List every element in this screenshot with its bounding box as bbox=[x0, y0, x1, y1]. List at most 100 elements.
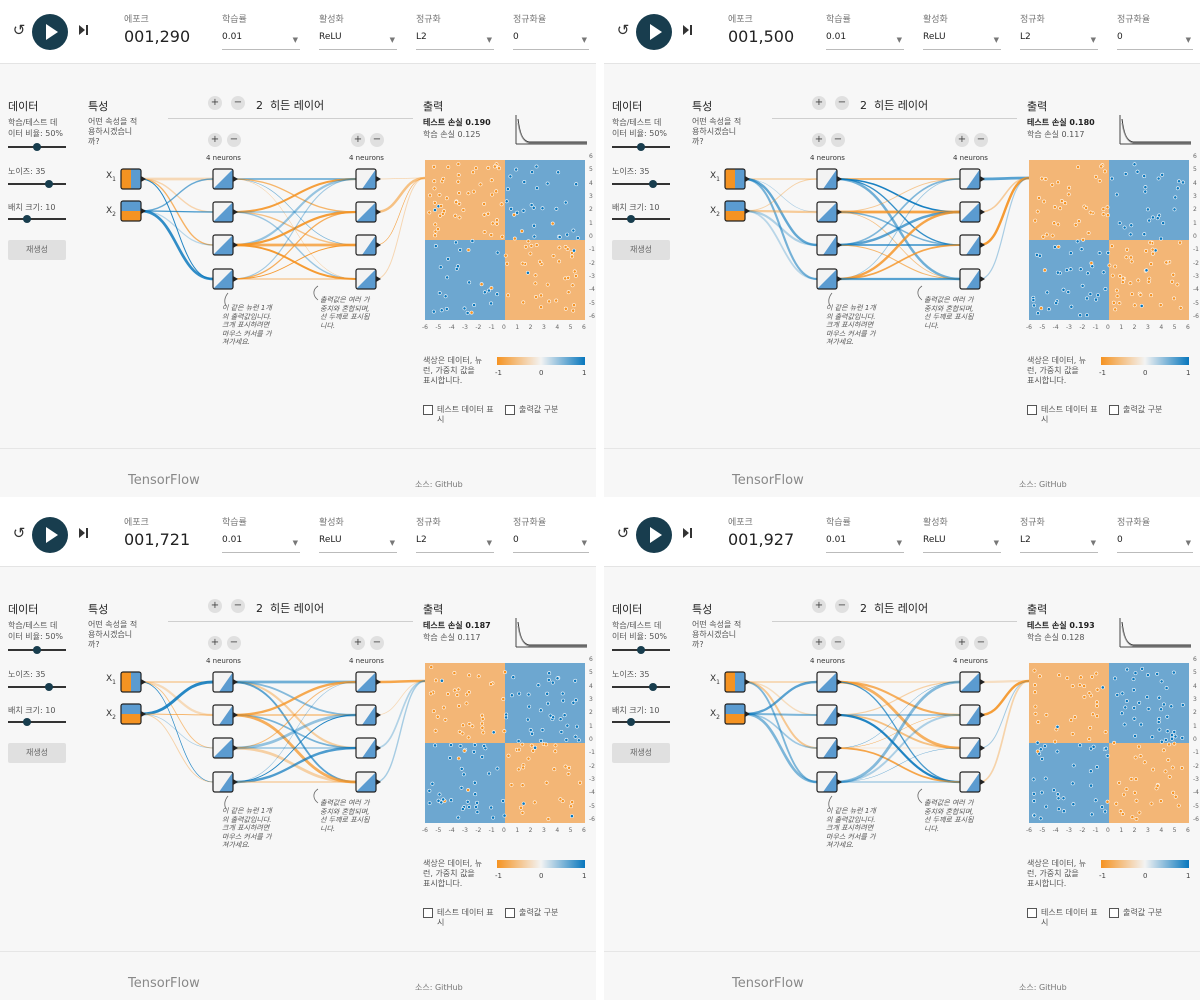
y-axis-tick: -1 bbox=[1193, 749, 1199, 757]
hidden-layer2-neuron-3[interactable] bbox=[355, 737, 381, 759]
weight-link-n23-output[interactable] bbox=[375, 680, 426, 749]
data-point bbox=[1159, 236, 1163, 241]
hidden-layer1-neuron-3[interactable] bbox=[816, 737, 842, 759]
hidden-layer1-neuron-1[interactable] bbox=[816, 168, 842, 190]
output-heatmap[interactable] bbox=[425, 663, 585, 823]
weight-link-n22-output[interactable] bbox=[375, 680, 426, 716]
hidden-layer1-neuron-3[interactable] bbox=[816, 234, 842, 256]
hidden-layer2-neuron-2[interactable] bbox=[959, 201, 985, 223]
feature-x2-node[interactable] bbox=[120, 703, 146, 725]
hidden-layer1-neuron-4[interactable] bbox=[212, 771, 238, 793]
feature-x1-node[interactable] bbox=[724, 168, 750, 190]
weight-link-x2-n11[interactable] bbox=[140, 680, 214, 716]
weight-link-x2-n13[interactable] bbox=[140, 713, 214, 749]
weight-link-x2-n14[interactable] bbox=[140, 209, 214, 281]
show-test-data-checkbox[interactable] bbox=[423, 908, 433, 918]
hidden-layer1-neuron-4[interactable] bbox=[816, 268, 842, 290]
weight-link-x2-n14[interactable] bbox=[744, 210, 818, 280]
y-axis-tick: 3 bbox=[589, 193, 593, 200]
hidden-layer1-neuron-4[interactable] bbox=[816, 771, 842, 793]
discretize-output-checkbox[interactable] bbox=[505, 908, 515, 918]
data-point bbox=[504, 199, 509, 204]
y-axis-tick: 0 bbox=[1193, 233, 1197, 240]
weight-link-n22-output[interactable] bbox=[375, 176, 426, 214]
hidden-layer2-neuron-3[interactable] bbox=[355, 234, 381, 256]
weight-link-n14-n23[interactable] bbox=[232, 244, 357, 280]
hidden-layer2-neuron-4[interactable] bbox=[959, 771, 985, 793]
hidden-layer1-neuron-1[interactable] bbox=[816, 671, 842, 693]
hidden-layer2-neuron-4[interactable] bbox=[355, 268, 381, 290]
discretize-output-label: 출력값 구분 bbox=[519, 908, 559, 917]
hidden-layer1-neuron-3[interactable] bbox=[212, 234, 238, 256]
source-link[interactable]: 소스: GitHub bbox=[415, 479, 463, 490]
source-link[interactable]: 소스: GitHub bbox=[1019, 479, 1067, 490]
feature-x1-node[interactable] bbox=[120, 168, 146, 190]
feature-x2-node[interactable] bbox=[120, 200, 146, 222]
hidden-layer1-neuron-2[interactable] bbox=[816, 704, 842, 726]
show-test-data-checkbox[interactable] bbox=[1027, 405, 1037, 415]
weight-link-x2-n14[interactable] bbox=[140, 713, 214, 783]
weight-link-n14-n23[interactable] bbox=[232, 746, 357, 784]
weight-link-n14-n21[interactable] bbox=[836, 680, 961, 784]
output-heatmap[interactable] bbox=[1029, 160, 1189, 320]
hidden-layer2-neuron-1[interactable] bbox=[959, 168, 985, 190]
source-link[interactable]: 소스: GitHub bbox=[1019, 982, 1067, 993]
weight-link-x2-n11[interactable] bbox=[140, 178, 214, 212]
hidden-layer2-neuron-3[interactable] bbox=[959, 737, 985, 759]
output-heatmap[interactable] bbox=[425, 160, 585, 320]
weight-link-x2-n13[interactable] bbox=[744, 209, 818, 247]
hidden-layer2-neuron-2[interactable] bbox=[959, 704, 985, 726]
hidden-layer1-neuron-2[interactable] bbox=[816, 201, 842, 223]
weight-link-n14-n21[interactable] bbox=[836, 178, 961, 280]
hidden-layer2-neuron-4[interactable] bbox=[959, 268, 985, 290]
weight-link-x2-n13[interactable] bbox=[140, 210, 214, 246]
hidden-layer1-neuron-4[interactable] bbox=[212, 268, 238, 290]
hidden-layer2-neuron-2[interactable] bbox=[355, 201, 381, 223]
hidden-layer2-neuron-1[interactable] bbox=[959, 671, 985, 693]
data-point bbox=[1158, 302, 1163, 307]
feature-x2-node[interactable] bbox=[724, 200, 750, 222]
y-axis-tick: -3 bbox=[589, 273, 595, 280]
weight-link-n14-n21[interactable] bbox=[232, 681, 357, 783]
hidden-layer1-neuron-1[interactable] bbox=[212, 168, 238, 190]
show-test-data-checkbox[interactable] bbox=[1027, 908, 1037, 918]
output-heatmap[interactable] bbox=[1029, 663, 1189, 823]
hidden-layer2-neuron-1[interactable] bbox=[355, 671, 381, 693]
feature-x2-node[interactable] bbox=[724, 703, 750, 725]
source-link[interactable]: 소스: GitHub bbox=[415, 982, 463, 993]
data-point bbox=[1044, 713, 1049, 717]
weight-link-n12-n21[interactable] bbox=[836, 178, 961, 213]
weight-link-n12-n21[interactable] bbox=[232, 177, 357, 214]
hidden-layer2-neuron-1[interactable] bbox=[355, 168, 381, 190]
weight-link-x2-n13[interactable] bbox=[744, 713, 818, 749]
feature-x1-node[interactable] bbox=[724, 671, 750, 693]
weight-link-n12-n21[interactable] bbox=[232, 680, 357, 717]
weight-link-x2-n11[interactable] bbox=[744, 680, 818, 716]
discretize-output-checkbox[interactable] bbox=[505, 405, 515, 415]
weight-link-n22-output[interactable] bbox=[979, 177, 1030, 213]
feature-x1-node[interactable] bbox=[120, 671, 146, 693]
weight-link-n24-output[interactable] bbox=[375, 680, 426, 783]
weight-link-n14-n23[interactable] bbox=[836, 747, 961, 783]
feature-x2-node-bottom-fill bbox=[121, 211, 141, 221]
weight-link-x2-n14[interactable] bbox=[744, 712, 818, 784]
hidden-layer2-neuron-3[interactable] bbox=[959, 234, 985, 256]
weight-link-n14-n21[interactable] bbox=[232, 178, 357, 280]
show-test-data-checkbox[interactable] bbox=[423, 405, 433, 415]
discretize-output-checkbox[interactable] bbox=[1109, 405, 1119, 415]
weight-link-x1-n14[interactable] bbox=[140, 178, 214, 280]
hidden-layer2-neuron-2[interactable] bbox=[355, 704, 381, 726]
discretize-output-checkbox[interactable] bbox=[1109, 908, 1119, 918]
hidden-layer1-neuron-2[interactable] bbox=[212, 704, 238, 726]
hidden-layer1-neuron-2[interactable] bbox=[212, 201, 238, 223]
data-point bbox=[428, 193, 432, 198]
hidden-layer2-neuron-4[interactable] bbox=[355, 771, 381, 793]
weight-link-n22-output[interactable] bbox=[979, 679, 1030, 717]
data-point bbox=[554, 298, 559, 303]
hidden-layer1-neuron-3[interactable] bbox=[212, 737, 238, 759]
weight-link-n14-n23[interactable] bbox=[836, 244, 961, 280]
hidden-layer1-neuron-1[interactable] bbox=[212, 671, 238, 693]
weight-link-n24-output[interactable] bbox=[979, 177, 1030, 280]
x-axis-tick: -3 bbox=[1066, 324, 1072, 331]
data-point bbox=[481, 730, 486, 735]
